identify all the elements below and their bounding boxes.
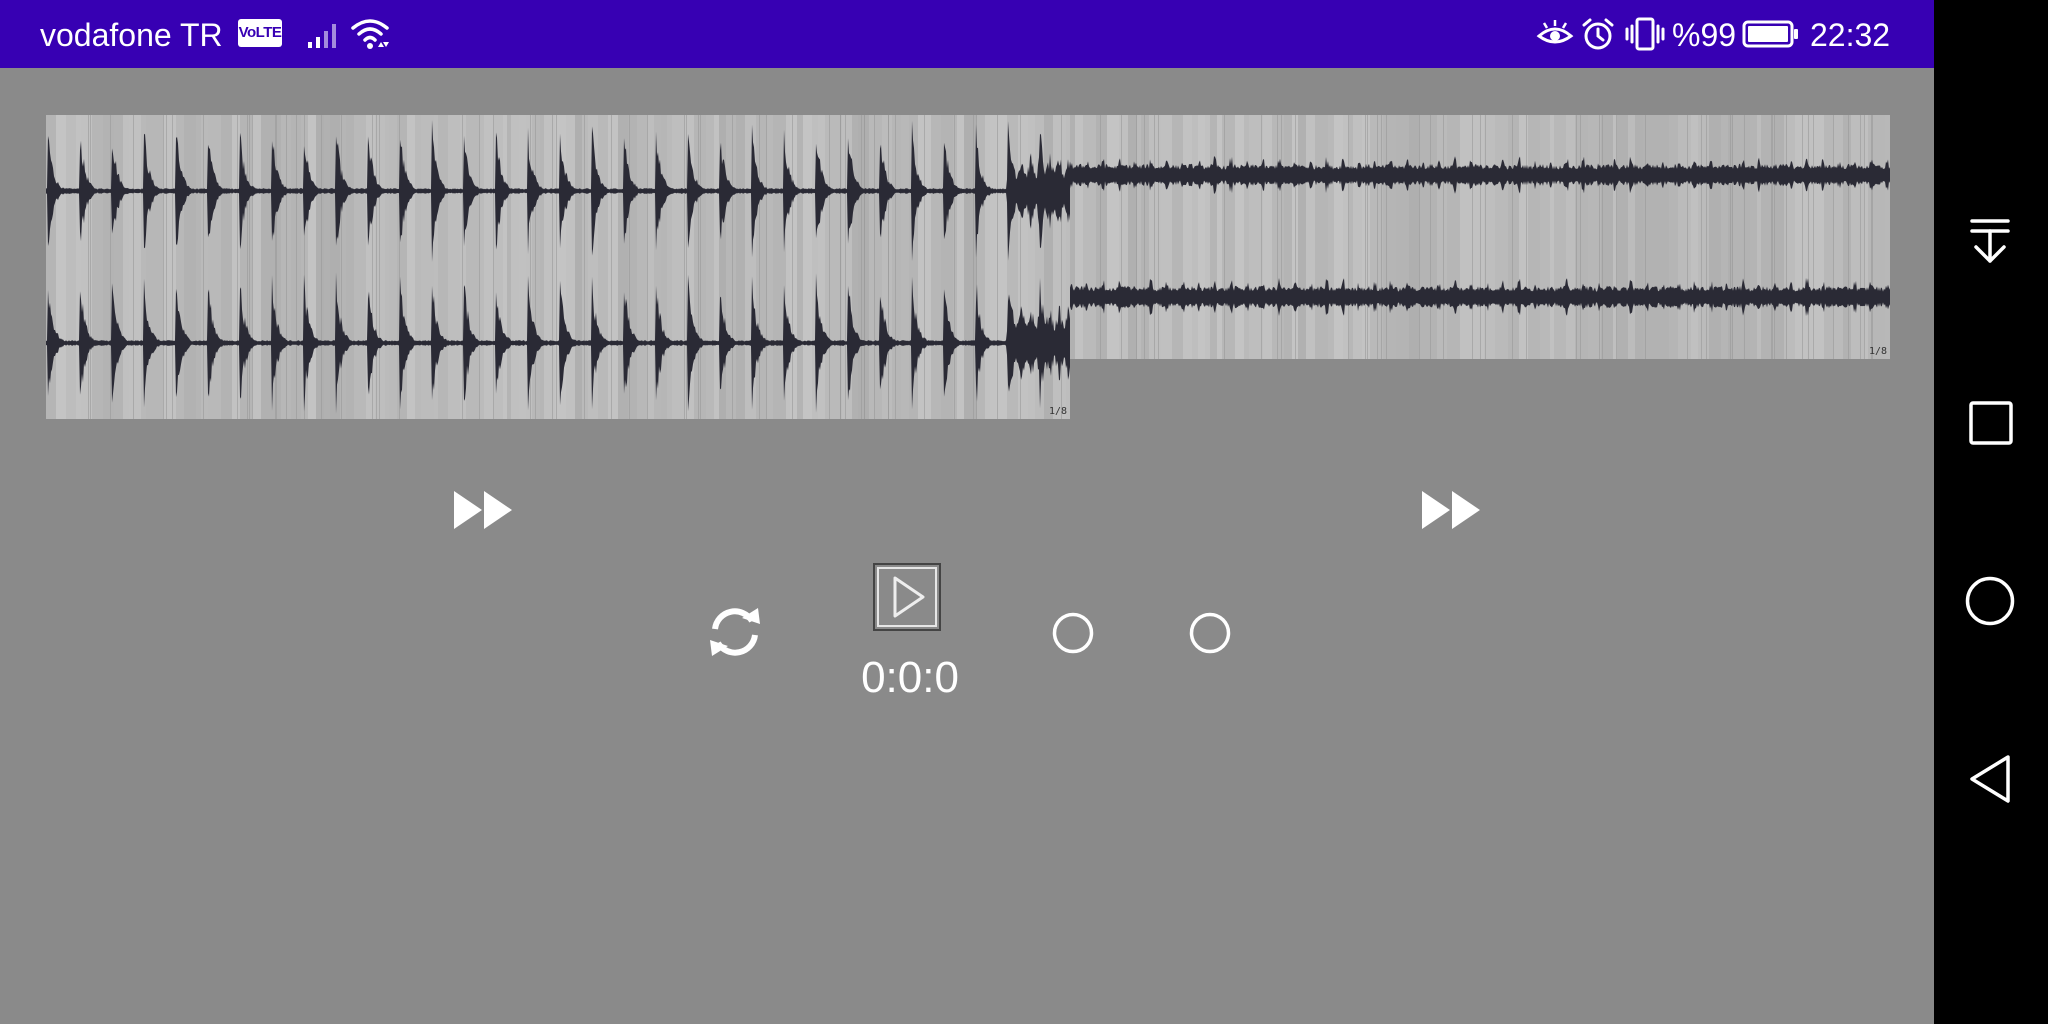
option-circle-2[interactable] [1189,612,1231,654]
recent-apps-button[interactable] [1968,400,2014,446]
fast-forward-icon [1422,491,1480,529]
loop-button[interactable] [704,604,766,660]
square-icon [1969,401,2013,445]
alarm-icon [1580,17,1616,51]
circle-icon [1189,612,1231,654]
battery-icon [1742,20,1800,48]
waveform-track-1[interactable]: 1/8 [46,115,1070,419]
pulldown-icon [1970,219,2010,263]
loop-icon [710,608,760,656]
volte-badge: VoLTE [238,19,282,47]
battery-percent: %99 [1672,17,1737,53]
circle-icon [1965,576,2015,626]
carrier-name: vodafone TR [40,17,223,53]
signal-icon [306,20,342,50]
navigation-bar [1934,0,2048,1024]
waveform-1-page-indicator: 1/8 [1048,406,1067,417]
vibrate-icon [1624,16,1666,52]
fast-forward-icon [454,491,512,529]
eye-comfort-icon [1536,18,1574,50]
back-triangle-icon [1970,755,2010,803]
waveform-track-2[interactable]: 1/8 [1070,115,1890,359]
waveform-2-page-indicator: 1/8 [1868,346,1887,357]
wifi-icon [350,16,392,52]
fast-forward-left-button[interactable] [452,488,516,532]
elapsed-time: 0:0:0 [861,653,959,702]
option-circle-1[interactable] [1052,612,1094,654]
home-button[interactable] [1964,575,2016,627]
status-bar: vodafone TR VoLTE %99 22:32 [0,0,1934,68]
back-button[interactable] [1966,753,2014,805]
fast-forward-right-button[interactable] [1420,488,1484,532]
circle-icon [1052,612,1094,654]
play-icon [873,563,941,631]
notification-pulldown-button[interactable] [1964,217,2016,267]
play-button[interactable] [873,563,941,631]
status-clock: 22:32 [1810,17,1891,53]
